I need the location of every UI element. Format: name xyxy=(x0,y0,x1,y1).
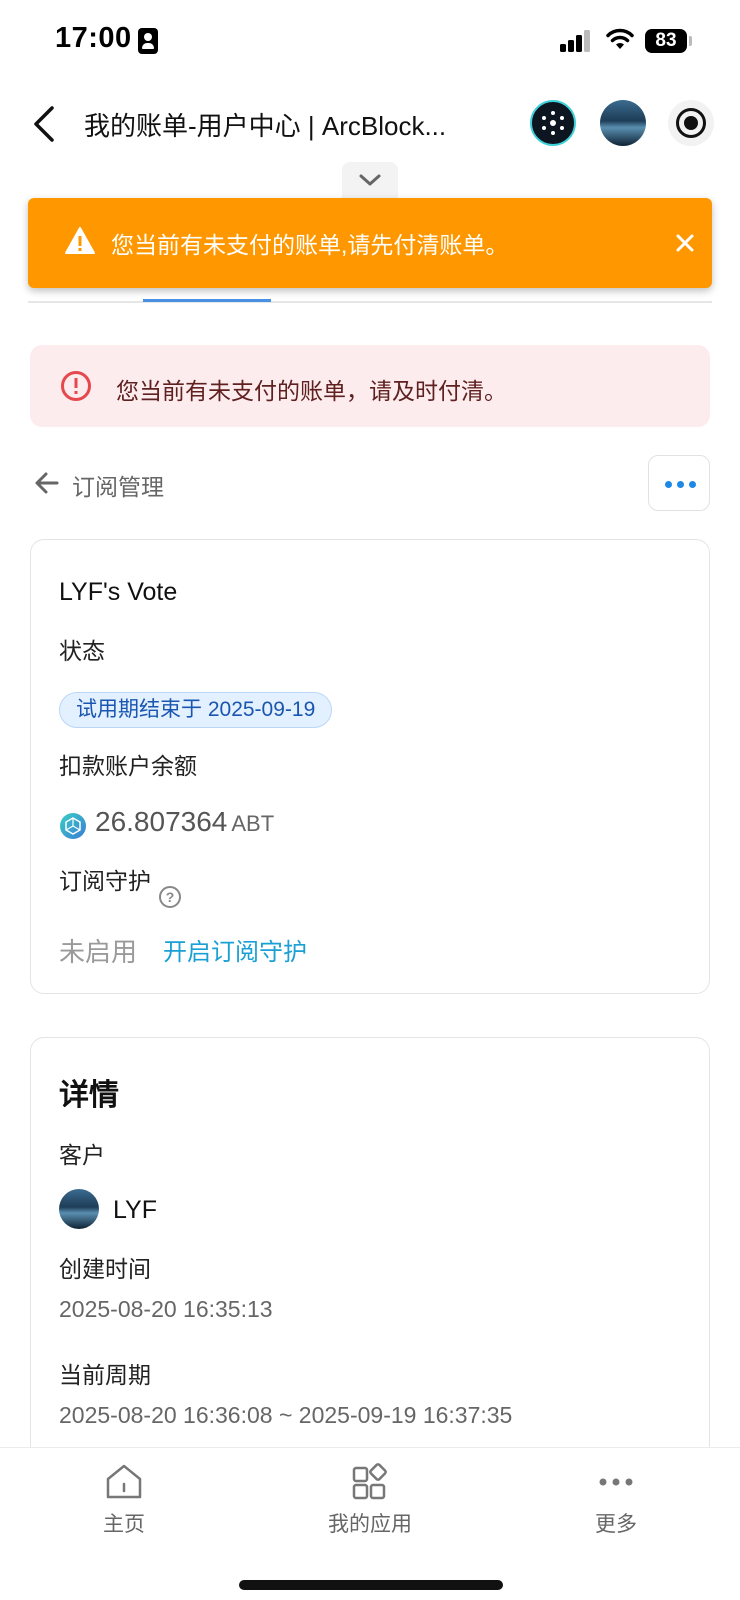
balance-amount: 26.807364 xyxy=(95,806,228,837)
tab-divider xyxy=(28,301,712,303)
collapse-toggle[interactable] xyxy=(342,162,398,200)
more-options-button[interactable] xyxy=(648,455,710,511)
enable-protection-link[interactable]: 开启订阅守护 xyxy=(163,932,307,967)
status-label: 状态 xyxy=(59,638,105,664)
person-badge-icon xyxy=(138,28,158,54)
unpaid-bill-alert: 您当前有未支付的账单，请及时付清。 xyxy=(30,345,710,427)
home-icon xyxy=(106,1464,142,1499)
error-icon xyxy=(61,371,91,401)
user-avatar[interactable] xyxy=(600,100,646,146)
apps-icon xyxy=(352,1463,387,1500)
period-value: 2025-08-20 16:36:08 ~ 2025-09-19 16:37:3… xyxy=(59,1402,513,1428)
back-arrow-icon[interactable] xyxy=(33,469,61,497)
dots-logo-icon xyxy=(542,111,564,135)
battery-icon: 83 xyxy=(645,29,687,53)
tab-more-label: 更多 xyxy=(595,1513,637,1536)
tab-my-apps[interactable]: 我的应用 xyxy=(310,1462,430,1538)
period-label: 当前周期 xyxy=(59,1362,151,1388)
tab-my-apps-label: 我的应用 xyxy=(328,1513,412,1536)
status-time: 17:00 xyxy=(55,22,132,54)
breadcrumb[interactable]: 订阅管理 xyxy=(72,468,164,502)
more-dots-icon xyxy=(599,1478,633,1486)
created-label: 创建时间 xyxy=(59,1256,151,1282)
chevron-down-icon xyxy=(359,174,381,186)
toast-message: 您当前有未支付的账单,请先付清账单。 xyxy=(111,232,509,258)
customer-name[interactable]: LYF xyxy=(113,1196,157,1225)
close-icon[interactable] xyxy=(670,228,700,258)
tab-home-label: 主页 xyxy=(103,1513,145,1536)
cellular-signal-icon xyxy=(560,30,592,52)
unpaid-bill-toast: 您当前有未支付的账单,请先付清账单。 xyxy=(28,198,712,288)
battery-level: 83 xyxy=(655,30,677,51)
abt-token-icon xyxy=(60,813,86,839)
record-icon[interactable] xyxy=(668,100,714,146)
created-value: 2025-08-20 16:35:13 xyxy=(59,1296,273,1322)
details-heading: 详情 xyxy=(59,1079,119,1112)
app-logo-avatar[interactable] xyxy=(530,100,576,146)
warning-icon xyxy=(65,227,95,254)
nav-bar: 我的账单-用户中心 | ArcBlock... xyxy=(0,92,740,156)
page-title: 我的账单-用户中心 | ArcBlock... xyxy=(84,111,447,141)
help-icon[interactable]: ? xyxy=(159,886,181,908)
subscription-name: LYF's Vote xyxy=(59,578,178,606)
battery-cap xyxy=(689,36,692,46)
wifi-icon xyxy=(606,28,634,49)
alert-message: 您当前有未支付的账单，请及时付清。 xyxy=(116,378,507,404)
home-indicator xyxy=(239,1580,503,1590)
tab-home[interactable]: 主页 xyxy=(64,1462,184,1538)
bottom-nav: 主页 我的应用 更多 xyxy=(0,1447,740,1600)
back-chevron-icon[interactable] xyxy=(28,104,64,144)
page: 17:00 83 我的账单-用户中心 | ArcBlock... 您当前有未支付… xyxy=(0,0,740,1600)
subscription-card: LYF's Vote 状态 试用期结束于 2025-09-19 扣款账户余额 2… xyxy=(30,539,710,994)
status-badge: 试用期结束于 2025-09-19 xyxy=(59,692,333,728)
protection-status: 未启用 xyxy=(59,937,138,967)
protection-label: 订阅守护 xyxy=(59,868,151,894)
tab-more[interactable]: 更多 xyxy=(556,1462,676,1538)
balance-label: 扣款账户余额 xyxy=(59,753,197,779)
active-tab-indicator xyxy=(143,299,271,302)
status-bar: 17:00 83 xyxy=(0,0,740,84)
balance-value: 26.807364 ABT xyxy=(95,806,274,838)
customer-label: 客户 xyxy=(59,1142,105,1168)
customer-avatar xyxy=(59,1189,99,1229)
balance-unit: ABT xyxy=(231,811,275,836)
